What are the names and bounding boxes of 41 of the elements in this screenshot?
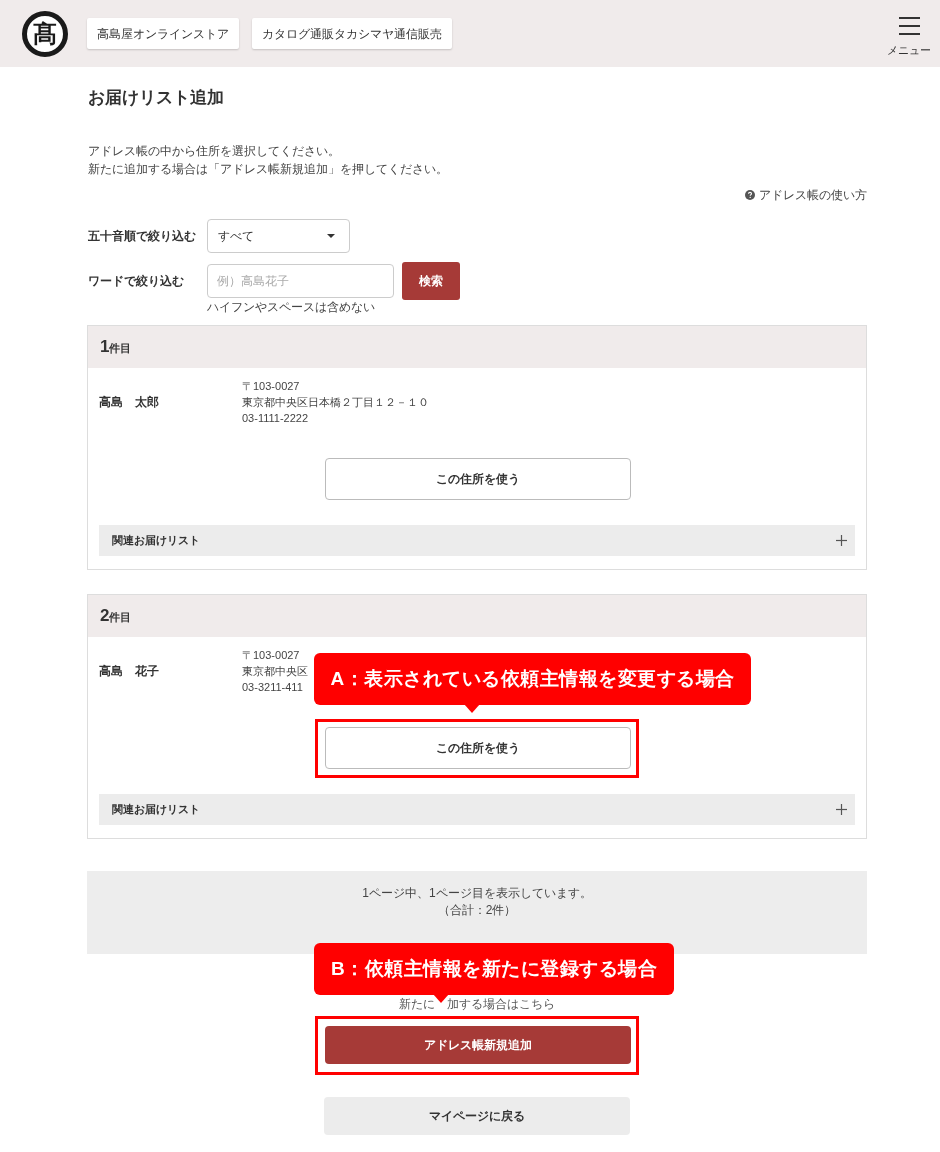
address-line: 03-1111-2222	[242, 411, 310, 426]
filter-label: 五十音順で絞り込む	[88, 228, 197, 245]
use-address-button[interactable]: この住所を使う	[325, 458, 631, 500]
help-icon	[745, 190, 755, 200]
pointer-icon	[464, 704, 480, 713]
kana-select[interactable]: すべて	[207, 219, 350, 253]
address-line: 〒103-0027	[242, 379, 301, 394]
header-link[interactable]: カタログ通販タカシマヤ通信販売	[252, 18, 452, 49]
address-line: 〒103-0027	[242, 648, 301, 663]
pager-text: （合計：2件）	[437, 902, 517, 919]
add-address-button[interactable]: アドレス帳新規追加	[325, 1026, 631, 1064]
card-title: 1件目	[100, 336, 132, 359]
address-line: 東京都中央区	[242, 664, 308, 679]
caption-text: 加する場合はこちら	[447, 997, 555, 1011]
menu-icon	[898, 17, 920, 35]
page-title: お届けリスト追加	[88, 88, 225, 108]
caption-text: 新たに	[399, 997, 435, 1011]
related-list-toggle[interactable]: 関連お届けリスト	[99, 525, 855, 556]
header-link[interactable]: 高島屋オンラインストア	[87, 18, 239, 49]
back-button[interactable]: マイページに戻る	[324, 1097, 630, 1135]
callout: B：依頼主情報を新たに登録する場合	[314, 943, 674, 995]
address-line: 03-3211-411	[242, 680, 304, 695]
menu-button[interactable]: メニュー	[887, 17, 931, 57]
address-line: 東京都中央区日本橋２丁目１２－１０	[242, 395, 429, 410]
recipient-name: 高島 太郎	[99, 394, 160, 411]
instruction-text: アドレス帳の中から住所を選択してください。	[88, 143, 340, 160]
card-title: 2件目	[100, 605, 132, 628]
search-button[interactable]: 検索	[402, 262, 460, 300]
recipient-name: 高島 花子	[99, 663, 160, 680]
pager-text: 1ページ中、1ページ目を表示しています。	[362, 885, 592, 902]
caret-icon	[327, 234, 335, 238]
use-address-button[interactable]: この住所を使う	[325, 727, 631, 769]
search-field[interactable]: 例）高島花子	[207, 264, 394, 298]
related-list-toggle[interactable]: 関連お届けリスト	[99, 794, 855, 825]
pointer-icon	[433, 994, 449, 1003]
callout: A：表示されている依頼主情報を変更する場合	[314, 653, 751, 705]
instruction-text: 新たに追加する場合は「アドレス帳新規追加」を押してください。	[88, 161, 448, 178]
hint-text: ハイフンやスペースは含めない	[207, 300, 375, 314]
brand-logo[interactable]: 髙	[22, 11, 68, 57]
help-link[interactable]: アドレス帳の使い方	[745, 187, 867, 203]
filter-label: ワードで絞り込む	[88, 273, 185, 290]
